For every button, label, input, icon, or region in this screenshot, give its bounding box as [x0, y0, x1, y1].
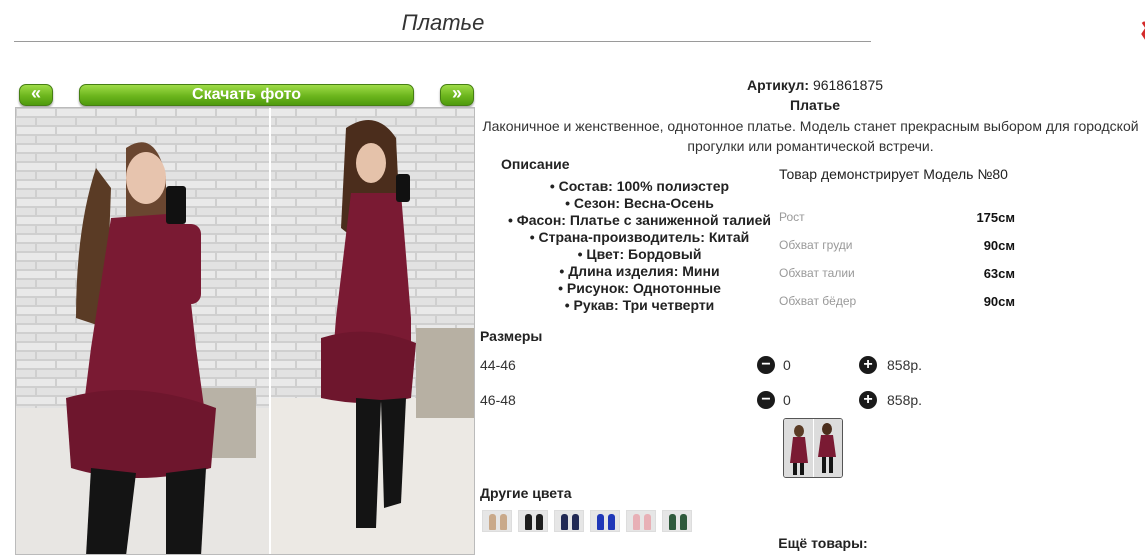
product-description-line: прогулки или романтической встречи.: [687, 138, 934, 154]
other-colors-heading: Другие цвета: [480, 485, 572, 501]
swatch-figure: [680, 514, 687, 530]
increase-quantity-button[interactable]: +: [859, 356, 877, 374]
description-item: • Сезон: Весна-Осень: [565, 195, 714, 211]
swatch-figure: [644, 514, 651, 530]
swatch-figure: [608, 514, 615, 530]
more-products-heading: Ещё товары:: [778, 535, 868, 551]
decrease-quantity-button[interactable]: −: [757, 391, 775, 409]
size-price: 858р.: [887, 392, 923, 408]
model-info: Товар демонстрирует Модель №80: [779, 166, 1008, 182]
product-thumbnail[interactable]: [783, 418, 843, 478]
product-photo[interactable]: [15, 107, 475, 555]
swatch-figure: [561, 514, 568, 530]
measurement-row: Обхват бёдер 90см: [779, 294, 1015, 314]
title-divider: [14, 41, 871, 42]
description-list: • Состав: 100% полиэстер • Сезон: Весна-…: [497, 178, 782, 314]
swatch-figure: [597, 514, 604, 530]
color-swatch[interactable]: [482, 510, 512, 532]
description-item: • Страна-производитель: Китай: [529, 229, 750, 245]
article-value: 961861875: [812, 77, 884, 93]
article-number: Артикул: 961861875: [600, 77, 1030, 93]
description-item: • Цвет: Бордовый: [577, 246, 702, 262]
quantity-value: 0: [783, 392, 791, 408]
measurement-label: Обхват бёдер: [779, 294, 857, 308]
measurement-label: Рост: [779, 210, 805, 224]
measurement-value: 90см: [983, 238, 1015, 253]
measurement-value: 175см: [976, 210, 1015, 225]
swatch-figure: [500, 514, 507, 530]
measurement-label: Обхват груди: [779, 238, 853, 252]
description-item: • Рисунок: Однотонные: [558, 280, 721, 296]
swatch-figure: [525, 514, 532, 530]
measurement-label: Обхват талии: [779, 266, 855, 280]
description-heading: Описание: [501, 156, 570, 172]
swatch-figure: [572, 514, 579, 530]
swatch-figure: [669, 514, 676, 530]
color-swatch[interactable]: [662, 510, 692, 532]
decrease-quantity-button[interactable]: −: [757, 356, 775, 374]
measurement-row: Обхват талии 63см: [779, 266, 1015, 286]
article-label: Артикул:: [746, 77, 810, 93]
prev-photo-button[interactable]: «: [19, 84, 53, 106]
color-swatch[interactable]: [626, 510, 656, 532]
color-swatch[interactable]: [590, 510, 620, 532]
measurement-row: Обхват груди 90см: [779, 238, 1015, 258]
swatch-figure: [633, 514, 640, 530]
size-label: 44-46: [480, 357, 516, 373]
swatch-figure: [536, 514, 543, 530]
description-item: • Фасон: Платье с заниженной талией: [507, 212, 772, 228]
size-price: 858р.: [887, 357, 923, 373]
product-photo-image: [16, 108, 474, 554]
thumbnail-image: [784, 419, 842, 477]
next-photo-button[interactable]: »: [440, 84, 474, 106]
page-title: Платье: [401, 10, 485, 35]
product-description-line: Лаконичное и женственное, однотонное пла…: [482, 118, 1139, 134]
color-swatch[interactable]: [518, 510, 548, 532]
description-item: • Рукав: Три четверти: [564, 297, 715, 313]
measurement-value: 63см: [983, 266, 1015, 281]
download-photo-button[interactable]: Скачать фото: [79, 84, 414, 106]
quantity-value: 0: [783, 357, 791, 373]
swatch-figure: [489, 514, 496, 530]
corner-logo-icon: [1141, 21, 1145, 40]
size-label: 46-48: [480, 392, 516, 408]
increase-quantity-button[interactable]: +: [859, 391, 877, 409]
sizes-heading: Размеры: [480, 328, 543, 344]
product-name: Платье: [790, 97, 840, 113]
product-description: Лаконичное и женственное, однотонное пла…: [476, 116, 1145, 156]
description-item: • Длина изделия: Мини: [559, 263, 720, 279]
measurement-row: Рост 175см: [779, 210, 1015, 230]
size-row: 46-48 − 0 + 858р.: [480, 391, 940, 412]
description-item: • Состав: 100% полиэстер: [549, 178, 730, 194]
color-swatch[interactable]: [554, 510, 584, 532]
measurement-value: 90см: [983, 294, 1015, 309]
size-row: 44-46 − 0 + 858р.: [480, 356, 940, 377]
